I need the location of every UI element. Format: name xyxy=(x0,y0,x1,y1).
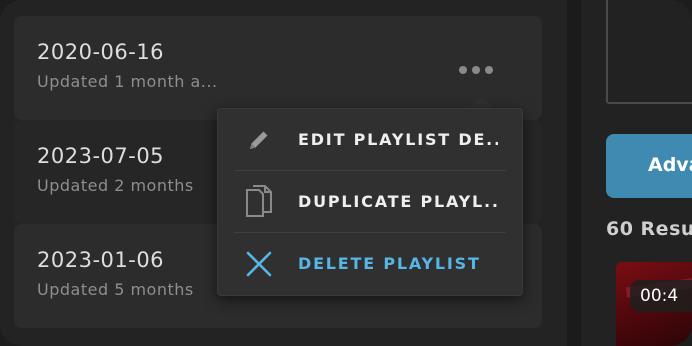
app-frame: 2020-06-16 Updated 1 month a... 2023-07-… xyxy=(0,0,692,346)
playlist-date: 2020-06-16 xyxy=(37,40,165,64)
duration-badge: 00:4 xyxy=(630,280,692,312)
playlist-date: 2023-07-05 xyxy=(37,144,165,168)
more-options-button[interactable] xyxy=(459,63,499,77)
playlist-updated: Updated 5 months xyxy=(37,280,194,299)
playlist-updated: Updated 1 month a... xyxy=(37,72,218,91)
menu-caret xyxy=(469,96,493,108)
copy-icon xyxy=(242,184,276,219)
dot-icon xyxy=(459,66,467,74)
playlist-card[interactable]: 2020-06-16 Updated 1 month a... xyxy=(14,16,542,120)
results-count: 60 Resu xyxy=(606,218,692,240)
delete-playlist-menu-item[interactable]: DELETE PLAYLIST xyxy=(234,233,506,294)
panel-divider xyxy=(567,0,581,346)
edit-playlist-menu-item[interactable]: EDIT PLAYLIST DE... xyxy=(234,109,506,170)
playlist-date: 2023-01-06 xyxy=(37,248,165,272)
menu-item-label: DUPLICATE PLAYL... xyxy=(298,192,498,211)
preview-box xyxy=(606,0,692,104)
menu-item-label: DELETE PLAYLIST xyxy=(298,254,481,273)
dot-icon xyxy=(472,66,480,74)
duplicate-playlist-menu-item[interactable]: DUPLICATE PLAYL... xyxy=(234,171,506,232)
menu-item-label: EDIT PLAYLIST DE... xyxy=(298,130,498,149)
right-panel: Adva 60 Resu 00:4 xyxy=(581,0,692,346)
dot-icon xyxy=(485,66,493,74)
video-thumbnail[interactable]: 00:4 xyxy=(616,262,692,346)
context-menu: EDIT PLAYLIST DE... DUPLICATE PLAYL... D… xyxy=(217,108,523,296)
pencil-icon xyxy=(242,123,276,157)
advanced-button[interactable]: Adva xyxy=(606,134,692,198)
close-icon xyxy=(242,247,276,281)
playlist-updated: Updated 2 months xyxy=(37,176,194,195)
